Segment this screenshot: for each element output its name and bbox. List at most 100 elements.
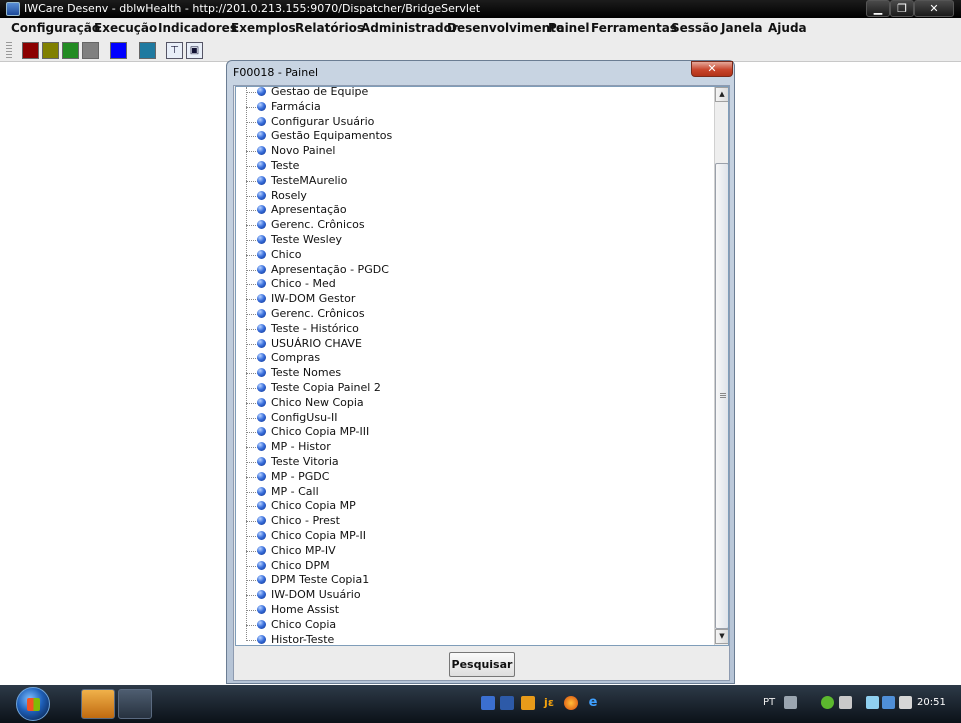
tile-windows-icon[interactable]: ⊤ — [166, 42, 183, 59]
tree-item[interactable]: Apresentação - PGDC — [236, 263, 706, 278]
vertical-scrollbar[interactable]: ▲ ▼ — [714, 87, 728, 645]
color-swatch-dark-red[interactable] — [22, 42, 39, 59]
color-swatch-green[interactable] — [62, 42, 79, 59]
mail-icon[interactable] — [481, 696, 495, 710]
windows-logo-icon — [27, 698, 40, 711]
start-button[interactable] — [16, 687, 50, 721]
network-icon[interactable] — [839, 696, 852, 709]
tree-item[interactable]: IW-DOM Gestor — [236, 292, 706, 307]
connection-icon[interactable] — [882, 696, 895, 709]
app-icon — [6, 2, 20, 16]
menu-indicadores[interactable]: Indicadores — [158, 21, 237, 35]
tree-item[interactable]: TesteMAurelio — [236, 174, 706, 189]
tree-item-label: Gestão Equipamentos — [271, 129, 393, 142]
tree-item[interactable]: Chico — [236, 248, 706, 263]
panel-node-icon — [257, 220, 266, 229]
tree-item[interactable]: MP - PGDC — [236, 470, 706, 485]
color-swatch-olive[interactable] — [42, 42, 59, 59]
color-swatch-gray[interactable] — [82, 42, 99, 59]
tree-item[interactable]: Chico DPM — [236, 559, 706, 574]
pesquisar-button[interactable]: Pesquisar — [449, 652, 515, 677]
firefox-icon[interactable] — [564, 696, 578, 710]
tree-item[interactable]: Teste Copia Painel 2 — [236, 381, 706, 396]
panel-node-icon — [257, 205, 266, 214]
tree-item[interactable]: Rosely — [236, 189, 706, 204]
tree-item[interactable]: MP - Call — [236, 485, 706, 500]
tree-item[interactable]: DPM Teste Copia1 — [236, 573, 706, 588]
minimize-button[interactable]: ▁ — [866, 0, 890, 17]
color-swatch-blue[interactable] — [110, 42, 127, 59]
tree-item[interactable]: Chico Copia MP — [236, 499, 706, 514]
tree-item[interactable]: Compras — [236, 351, 706, 366]
java-icon[interactable]: jɛ — [542, 696, 556, 710]
tree-item-label: Chico Copia — [271, 618, 337, 631]
tree-item[interactable]: Chico Copia MP-III — [236, 425, 706, 440]
panel-node-icon — [257, 590, 266, 599]
tree-item[interactable]: MP - Histor — [236, 440, 706, 455]
taskbar-app-iwcare[interactable] — [81, 689, 115, 719]
menu-administrador[interactable]: Administrador — [361, 21, 458, 35]
media-icon[interactable] — [521, 696, 535, 710]
scroll-up-arrow-icon[interactable]: ▲ — [715, 87, 728, 102]
tree-item[interactable]: Home Assist — [236, 603, 706, 618]
tree-item[interactable]: ConfigUsu-II — [236, 411, 706, 426]
tree-item[interactable]: Teste - Histórico — [236, 322, 706, 337]
toolbar-grip[interactable] — [6, 42, 12, 59]
security-shield-icon[interactable] — [821, 696, 834, 709]
dialog-close-button[interactable]: ✕ — [691, 61, 733, 77]
menu-sessao[interactable]: Sessão — [671, 21, 718, 35]
close-button[interactable]: ✕ — [914, 0, 954, 17]
tree-item[interactable]: Teste Vitoria — [236, 455, 706, 470]
tree-item[interactable]: USUÁRIO CHAVE — [236, 337, 706, 352]
tree-item[interactable]: Teste — [236, 159, 706, 174]
tree-item[interactable]: Gestão Equipamentos — [236, 129, 706, 144]
tree-item[interactable]: Teste Wesley — [236, 233, 706, 248]
keyboard-icon[interactable] — [784, 696, 797, 709]
panel-node-icon — [257, 161, 266, 170]
menu-relatorios[interactable]: Relatórios — [295, 21, 364, 35]
maximize-button[interactable]: ❐ — [890, 0, 914, 17]
tree-item[interactable]: Chico Copia MP-II — [236, 529, 706, 544]
menu-painel[interactable]: Painel — [548, 21, 589, 35]
tree-item[interactable]: Gestao de Equipe — [236, 87, 706, 100]
tree-item[interactable]: Chico MP-IV — [236, 544, 706, 559]
cascade-windows-icon[interactable]: ▣ — [186, 42, 203, 59]
tree-item-label: Chico Copia MP-II — [271, 529, 367, 542]
color-swatch-teal[interactable] — [139, 42, 156, 59]
tree-item[interactable]: Apresentação — [236, 203, 706, 218]
window-title-bar[interactable]: IWCare Desenv - dblwHealth - http://201.… — [0, 0, 961, 18]
tree-item-label: Teste — [271, 159, 300, 172]
menu-ajuda[interactable]: Ajuda — [768, 21, 807, 35]
tree-item[interactable]: Gerenc. Crônicos — [236, 218, 706, 233]
tree-item[interactable]: IW-DOM Usuário — [236, 588, 706, 603]
menu-ferramentas[interactable]: Ferramentas — [591, 21, 677, 35]
tree-item[interactable]: Histor-Teste — [236, 633, 706, 645]
tree-item-label: MP - PGDC — [271, 470, 330, 483]
tree-item[interactable]: Chico New Copia — [236, 396, 706, 411]
taskbar-app-window[interactable] — [118, 689, 152, 719]
language-indicator[interactable]: PT — [763, 697, 775, 708]
ie-icon[interactable]: e — [586, 696, 600, 710]
tree-item[interactable]: Farmácia — [236, 100, 706, 115]
battery-icon[interactable] — [866, 696, 879, 709]
tree-item[interactable]: Chico - Prest — [236, 514, 706, 529]
tree-item[interactable]: Chico - Med — [236, 277, 706, 292]
menu-janela[interactable]: Janela — [721, 21, 762, 35]
volume-icon[interactable] — [899, 696, 912, 709]
tree-item[interactable]: Teste Nomes — [236, 366, 706, 381]
scroll-down-arrow-icon[interactable]: ▼ — [715, 629, 728, 644]
clock[interactable]: 20:51 — [917, 697, 946, 708]
scroll-thumb[interactable] — [715, 163, 728, 629]
desktop-icon[interactable] — [500, 696, 514, 710]
menu-configuracao[interactable]: Configuração — [11, 21, 100, 35]
tree-item[interactable]: Configurar Usuário — [236, 115, 706, 130]
menu-execucao[interactable]: Execução — [94, 21, 157, 35]
tree-item-label: Rosely — [271, 189, 307, 202]
tree-item-label: Chico Copia MP-III — [271, 425, 370, 438]
tree-item[interactable]: Chico Copia — [236, 618, 706, 633]
tree-item[interactable]: Novo Painel — [236, 144, 706, 159]
panel-node-icon — [257, 324, 266, 333]
menu-exemplos[interactable]: Exemplos — [231, 21, 296, 35]
menu-desenvolvimento[interactable]: Desenvolvimento — [447, 21, 564, 35]
tree-item[interactable]: Gerenc. Crônicos — [236, 307, 706, 322]
